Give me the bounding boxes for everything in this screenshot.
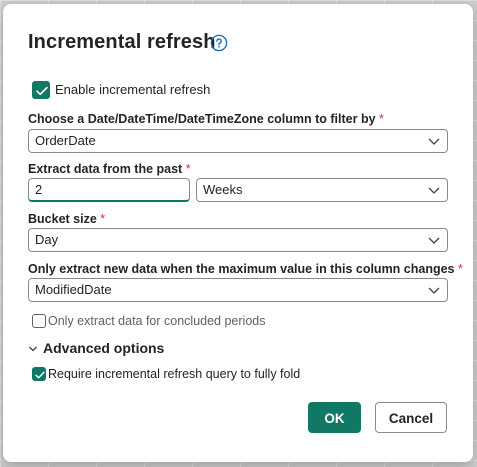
incremental-refresh-dialog: Incremental refresh Enable incremental r… bbox=[3, 4, 473, 462]
help-circle-icon[interactable] bbox=[210, 34, 228, 52]
advanced-options-label: Advanced options bbox=[43, 340, 165, 356]
bucket-size-value: Day bbox=[35, 232, 59, 247]
required-mark: * bbox=[100, 212, 106, 226]
date-column-value: OrderDate bbox=[35, 133, 96, 148]
change-column-value: ModifiedDate bbox=[35, 282, 112, 297]
extract-unit-dropdown[interactable]: Weeks bbox=[196, 178, 448, 202]
chevron-down-icon bbox=[428, 287, 440, 294]
required-mark: * bbox=[185, 162, 191, 176]
checkmark-icon bbox=[36, 86, 48, 96]
dialog-title: Incremental refresh bbox=[28, 31, 216, 53]
checkmark-icon bbox=[35, 371, 45, 379]
bucket-size-label: Bucket size * bbox=[28, 212, 106, 226]
require-fold-checkbox[interactable] bbox=[32, 367, 46, 381]
require-fold-label[interactable]: Require incremental refresh query to ful… bbox=[48, 367, 300, 381]
date-column-dropdown[interactable]: OrderDate bbox=[28, 129, 448, 153]
chevron-down-icon bbox=[29, 346, 37, 352]
chevron-down-icon bbox=[428, 237, 440, 244]
extract-amount-input[interactable]: 2 bbox=[28, 178, 190, 202]
chevron-down-icon bbox=[428, 187, 440, 194]
date-column-label: Choose a Date/DateTime/DateTimeZone colu… bbox=[28, 112, 384, 126]
change-column-dropdown[interactable]: ModifiedDate bbox=[28, 278, 448, 302]
bucket-size-dropdown[interactable]: Day bbox=[28, 228, 448, 252]
ok-button[interactable]: OK bbox=[308, 402, 361, 433]
concluded-periods-checkbox[interactable] bbox=[32, 314, 46, 328]
extract-unit-value: Weeks bbox=[203, 182, 243, 197]
enable-incremental-label[interactable]: Enable incremental refresh bbox=[55, 82, 210, 97]
chevron-down-icon bbox=[428, 138, 440, 145]
cancel-button[interactable]: Cancel bbox=[375, 402, 447, 433]
required-mark: * bbox=[458, 262, 463, 276]
required-mark: * bbox=[379, 112, 384, 126]
change-column-label: Only extract new data when the maximum v… bbox=[28, 262, 463, 276]
concluded-periods-label[interactable]: Only extract data for concluded periods bbox=[48, 314, 265, 328]
enable-incremental-checkbox[interactable] bbox=[32, 81, 50, 99]
extract-past-label: Extract data from the past * bbox=[28, 162, 191, 176]
